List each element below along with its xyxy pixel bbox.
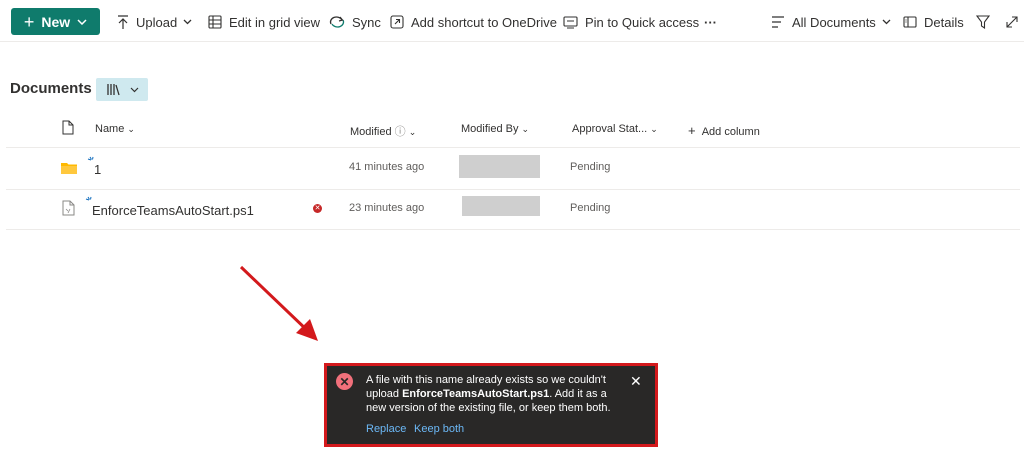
toast-filename: EnforceTeamsAutoStart.ps1 [402,388,550,400]
upload-conflict-toast: ✕ A file with this name already exists s… [327,366,655,444]
replace-link[interactable]: Replace [366,423,406,435]
close-icon[interactable]: ✕ [630,373,642,390]
keep-both-link[interactable]: Keep both [414,423,464,435]
error-icon: ✕ [336,373,353,390]
toast-message: A file with this name already exists so … [366,373,622,415]
